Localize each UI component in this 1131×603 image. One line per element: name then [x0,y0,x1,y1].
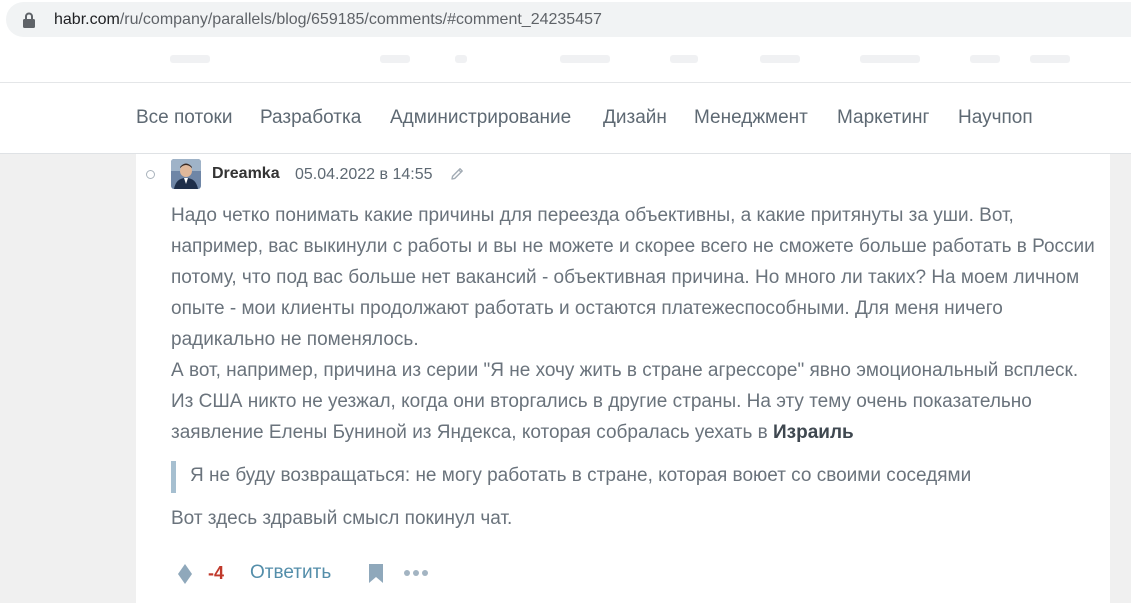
hubs-navigation: Все потоки Разработка Администрирование … [0,83,1131,154]
blockquote-text: Я не буду возвращаться: не могу работать… [190,465,972,486]
url-path: /ru/company/parallels/blog/659185/commen… [119,11,602,28]
nav-item-development[interactable]: Разработка [260,107,361,129]
comment-blockquote: Я не буду возвращаться: не могу работать… [171,461,1096,493]
comment-paragraph-2: А вот, например, причина из серии "Я не … [171,355,1101,448]
nav-item-design[interactable]: Дизайн [603,107,667,129]
url-host: habr.com [54,11,120,28]
nav-item-popsci[interactable]: Научпоп [958,107,1033,129]
edit-icon [451,168,463,180]
lock-icon [23,12,35,28]
nav-item-administration[interactable]: Администрирование [390,107,571,129]
comment-paragraph-2-text: А вот, например, причина из серии "Я не … [171,360,1079,443]
address-bar[interactable]: habr.com/ru/company/parallels/blog/65918… [6,2,1131,37]
nav-item-management[interactable]: Менеджмент [694,107,808,129]
vote-icon[interactable] [176,563,194,585]
faded-top-bar [0,37,1131,83]
comment-bold-word: Израиль [773,422,854,443]
nav-item-marketing[interactable]: Маркетинг [837,107,929,129]
comment-score: -4 [208,563,225,583]
comment-author[interactable]: Dreamka [212,165,280,183]
comment-paragraph-1: Надо четко понимать какие причины для пе… [171,205,1095,350]
comment-thread-marker [146,170,155,179]
avatar[interactable] [171,159,201,189]
nav-item-all-streams[interactable]: Все потоки [136,107,232,129]
comment-closing-line: Вот здесь здравый смысл покинул чат. [171,508,513,529]
comment-body: Надо четко понимать какие причины для пе… [171,200,1101,448]
bookmark-icon[interactable] [368,563,384,584]
reply-button[interactable]: Ответить [250,562,331,584]
more-icon[interactable] [403,569,429,577]
url-text[interactable]: habr.com/ru/company/parallels/blog/65918… [54,11,602,29]
comment-timestamp[interactable]: 05.04.2022 в 14:55 [295,166,433,184]
